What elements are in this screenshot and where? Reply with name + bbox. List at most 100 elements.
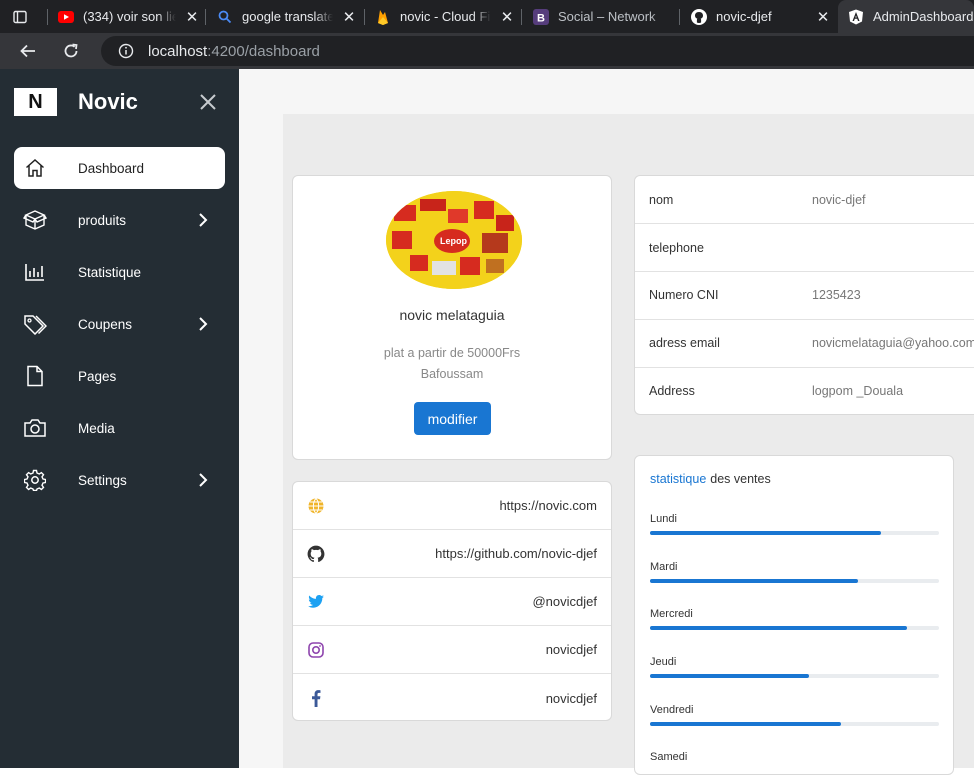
close-tab-icon[interactable]: ✕ xyxy=(184,8,200,26)
info-value: 1235423 xyxy=(812,288,861,302)
stat-day-label: Jeudi xyxy=(650,656,677,668)
box-icon xyxy=(23,208,47,232)
chevron-right-icon xyxy=(199,473,208,487)
social-value: novicdjef xyxy=(545,642,597,657)
tags-icon xyxy=(23,312,47,336)
camera-icon xyxy=(23,416,47,440)
tab-title: (334) voir son lien xyxy=(83,9,176,24)
tab-title: Social – Network xyxy=(558,9,656,24)
info-key: Address xyxy=(649,384,695,398)
tab-google-translate[interactable]: google translate ✕ xyxy=(217,0,357,33)
stats-title-rest: des ventes xyxy=(710,472,771,486)
twitter-icon xyxy=(307,593,325,611)
progress-fill xyxy=(650,626,908,630)
social-row-github[interactable]: https://github.com/novic-djef xyxy=(293,530,611,578)
stat-jeudi: Jeudi xyxy=(650,656,939,678)
search-icon xyxy=(217,9,233,25)
svg-text:B: B xyxy=(537,12,545,24)
social-row-website[interactable]: https://novic.com xyxy=(293,482,611,530)
progress-track xyxy=(650,531,939,535)
stat-day-label: Samedi xyxy=(650,751,688,763)
stat-day-label: Vendredi xyxy=(650,704,694,716)
sidebar-item-label: Dashboard xyxy=(78,160,145,176)
close-tab-icon[interactable]: ✕ xyxy=(341,8,357,26)
close-icon[interactable] xyxy=(197,91,219,113)
sidebar-item-coupens[interactable]: Coupens xyxy=(14,303,225,345)
url-path: :4200/dashboard xyxy=(207,42,320,60)
info-row-nom: nom novic-djef xyxy=(635,176,974,224)
stat-day-label: Lundi xyxy=(650,513,677,525)
sidebar-item-label: Coupens xyxy=(78,316,133,332)
close-tab-icon[interactable]: ✕ xyxy=(815,8,831,26)
home-icon xyxy=(23,156,47,180)
profile-desc-line: plat a partir de 50000Frs xyxy=(383,346,521,360)
sidebar-item-label: Settings xyxy=(78,472,127,488)
info-icon[interactable] xyxy=(118,43,134,59)
profile-name: novic melataguia xyxy=(399,307,505,323)
modify-button[interactable]: modifier xyxy=(414,402,491,435)
chevron-right-icon xyxy=(199,317,208,331)
info-key: adress email xyxy=(649,336,720,350)
stat-vendredi: Vendredi xyxy=(650,704,939,726)
tab-list-icon xyxy=(13,10,27,23)
youtube-icon xyxy=(58,9,74,25)
info-row-telephone: telephone xyxy=(635,224,974,272)
info-row-email: adress email novicmelataguia@yahoo.com xyxy=(635,319,974,367)
progress-fill xyxy=(650,722,841,726)
stat-mardi: Mardi xyxy=(650,561,939,583)
back-button[interactable] xyxy=(15,38,41,64)
info-value: novicmelataguia@yahoo.com xyxy=(812,336,974,350)
bar-chart-icon xyxy=(23,260,47,284)
progress-fill xyxy=(650,674,809,678)
brand-name[interactable]: Novic xyxy=(78,89,138,115)
file-icon xyxy=(23,364,47,388)
sidebar-item-label: Pages xyxy=(78,368,117,384)
stats-title: statistique des ventes xyxy=(650,472,771,486)
sidebar-item-produits[interactable]: produits xyxy=(14,199,225,241)
tab-admin-dashboard[interactable]: AdminDashboard xyxy=(838,0,974,33)
sales-stats-card: statistique des ventes Lundi Mardi Mercre… xyxy=(634,455,954,775)
browser-tab-bar: (334) voir son lien ✕ google translate ✕… xyxy=(0,0,974,33)
social-value: https://novic.com xyxy=(499,498,597,513)
progress-track xyxy=(650,579,939,583)
tab-title: google translate xyxy=(242,9,333,24)
arrow-left-icon xyxy=(20,44,35,58)
progress-fill xyxy=(650,531,882,535)
github-icon xyxy=(691,8,707,25)
sidebar-item-pages[interactable]: Pages xyxy=(14,355,225,397)
angular-icon xyxy=(848,9,864,25)
tab-youtube[interactable]: (334) voir son lien ✕ xyxy=(58,0,200,33)
bootstrap-icon: B xyxy=(533,8,549,25)
profile-card: Lepop novic melataguia plat a partir de … xyxy=(292,175,612,460)
sidebar-item-settings[interactable]: Settings xyxy=(14,459,225,501)
firebase-icon xyxy=(375,9,391,25)
social-row-instagram[interactable]: novicdjef xyxy=(293,626,611,674)
github-icon xyxy=(307,545,325,563)
tab-title: AdminDashboard xyxy=(873,9,974,24)
info-row-cni: Numero CNI 1235423 xyxy=(635,271,974,319)
stats-title-accent: statistique xyxy=(650,472,707,486)
stat-day-label: Mardi xyxy=(650,561,678,573)
social-row-twitter[interactable]: @novicdjef xyxy=(293,578,611,626)
gear-icon xyxy=(23,468,47,492)
tab-actions-button[interactable] xyxy=(12,0,40,33)
progress-fill xyxy=(650,579,859,583)
social-row-facebook[interactable]: novicdjef xyxy=(293,674,611,722)
sidebar-item-dashboard[interactable]: Dashboard xyxy=(14,147,225,189)
brand-logo[interactable]: N xyxy=(14,88,57,116)
address-bar[interactable]: localhost:4200/dashboard xyxy=(101,36,974,66)
profile-location: Bafoussam xyxy=(420,367,484,381)
progress-track xyxy=(650,722,939,726)
sidebar-item-media[interactable]: Media xyxy=(14,407,225,449)
sidebar-item-label: produits xyxy=(78,212,127,228)
avatar: Lepop xyxy=(386,191,522,289)
avatar-brand-text: Lepop xyxy=(440,236,467,246)
sidebar-item-statistique[interactable]: Statistique xyxy=(14,251,225,293)
browser-toolbar: localhost:4200/dashboard xyxy=(0,33,974,69)
tab-social-network[interactable]: B Social – Network xyxy=(533,0,673,33)
reload-button[interactable] xyxy=(58,38,84,64)
tab-github[interactable]: novic-djef ✕ xyxy=(691,0,831,33)
close-tab-icon[interactable]: ✕ xyxy=(499,8,515,26)
stat-day-label: Mercredi xyxy=(650,608,693,620)
tab-firestore[interactable]: novic - Cloud Firestore ✕ xyxy=(375,0,515,33)
